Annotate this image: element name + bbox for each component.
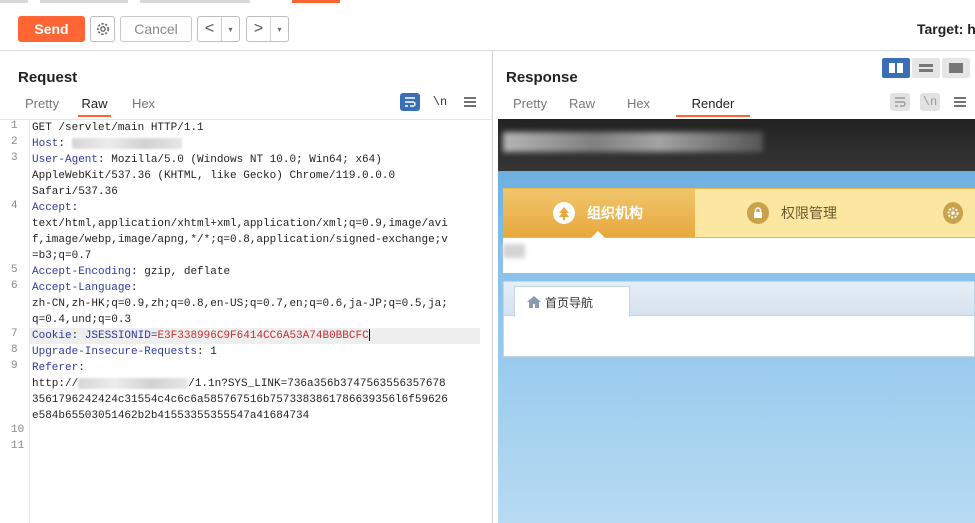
request-pane: Request Pretty Raw Hex \n 1 GET /servlet… — [0, 51, 493, 523]
request-menu-button[interactable] — [460, 93, 480, 111]
single-pane-icon — [949, 63, 963, 73]
forward-nav-group: > ▾ — [246, 16, 289, 42]
rendered-content-panel: 首页导航 — [503, 281, 975, 357]
panel-tab-home-nav[interactable]: 首页导航 — [514, 286, 630, 317]
redacted-submenu — [503, 244, 525, 258]
home-icon — [527, 296, 541, 308]
menu-icon — [954, 97, 966, 107]
panel-tab-bar: 首页导航 — [504, 282, 974, 317]
redacted-referer-host — [78, 377, 189, 389]
burp-repeater-window: Send Cancel < ▾ > ▾ Target: h Request Pr… — [0, 0, 975, 523]
back-nav-group: < ▾ — [197, 16, 240, 42]
menu-item-settings[interactable] — [933, 189, 975, 237]
repeater-toolbar: Send Cancel < ▾ > ▾ Target: h — [0, 3, 975, 51]
redacted-host — [71, 137, 182, 149]
response-tab-render[interactable]: Render — [676, 95, 750, 117]
rendered-submenu-strip — [503, 238, 975, 273]
request-tab-hex[interactable]: Hex — [130, 95, 157, 117]
tree-icon — [559, 207, 569, 220]
response-wrap-button[interactable] — [890, 93, 910, 111]
wrap-lines-button[interactable] — [400, 93, 420, 111]
menu-active-caret — [591, 231, 605, 238]
rendered-main-menu: 组织机构 权限管理 — [503, 188, 975, 238]
wrap-icon — [895, 97, 906, 107]
rendered-page: 组织机构 权限管理 首页导航 — [498, 119, 975, 523]
header-name: Accept — [32, 202, 72, 214]
back-history-dropdown[interactable]: ▾ — [222, 17, 239, 41]
layout-toggle — [880, 58, 970, 78]
forward-button[interactable]: > — [247, 17, 271, 41]
request-editor[interactable]: 1 GET /servlet/main HTTP/1.1 2 Host: 3 U… — [0, 119, 493, 523]
header-name: User-Agent — [32, 154, 99, 166]
line-number-gutter — [0, 120, 30, 523]
request-tabs: Pretty Raw Hex — [23, 95, 157, 117]
menu-item-permissions[interactable]: 权限管理 — [695, 189, 933, 237]
text-caret — [368, 329, 370, 342]
newline-toggle[interactable]: \n — [430, 93, 450, 111]
target-label[interactable]: Target: h — [917, 21, 975, 37]
send-button[interactable]: Send — [18, 16, 85, 42]
request-tab-pretty[interactable]: Pretty — [23, 95, 61, 117]
header-name: Cookie — [32, 330, 72, 342]
gear-icon — [947, 207, 959, 219]
lock-icon — [754, 207, 762, 218]
response-tab-raw[interactable]: Raw — [569, 95, 595, 117]
wrap-icon — [405, 97, 416, 107]
menu-item-organization[interactable]: 组织机构 — [503, 189, 695, 237]
response-tabs: Pretty Raw Hex Render — [511, 95, 750, 117]
response-tab-pretty[interactable]: Pretty — [511, 95, 549, 117]
menu-icon — [464, 97, 476, 107]
request-editor-tools: \n — [390, 93, 480, 111]
rows-icon — [919, 64, 933, 72]
layout-side-by-side-button[interactable] — [882, 58, 910, 78]
gear-icon — [96, 23, 109, 35]
layout-tabs-button[interactable] — [942, 58, 970, 78]
back-button[interactable]: < — [198, 17, 222, 41]
response-tab-hex[interactable]: Hex — [625, 95, 652, 117]
response-newline-toggle[interactable]: \n — [920, 93, 940, 111]
header-name: Referer — [32, 362, 79, 374]
forward-history-dropdown[interactable]: ▾ — [271, 17, 288, 41]
request-title: Request — [18, 69, 78, 86]
header-name: Accept-Encoding — [32, 266, 132, 278]
cancel-button[interactable]: Cancel — [120, 16, 192, 42]
request-tab-raw[interactable]: Raw — [78, 95, 111, 117]
header-name: Accept-Language — [32, 282, 132, 294]
header-name: Upgrade-Insecure-Requests — [32, 346, 198, 358]
settings-button[interactable] — [90, 16, 115, 42]
session-id-value: E3F338996C9F6414CC6A53A74B0BBCFC — [157, 330, 369, 342]
response-title: Response — [506, 69, 578, 86]
header-name: Host — [32, 138, 59, 150]
response-editor-tools: \n — [880, 93, 970, 111]
redacted-site-title — [503, 132, 763, 152]
response-menu-button[interactable] — [950, 93, 970, 111]
layout-stacked-button[interactable] — [912, 58, 940, 78]
columns-icon — [889, 63, 903, 73]
rendered-header-bar — [498, 119, 975, 171]
